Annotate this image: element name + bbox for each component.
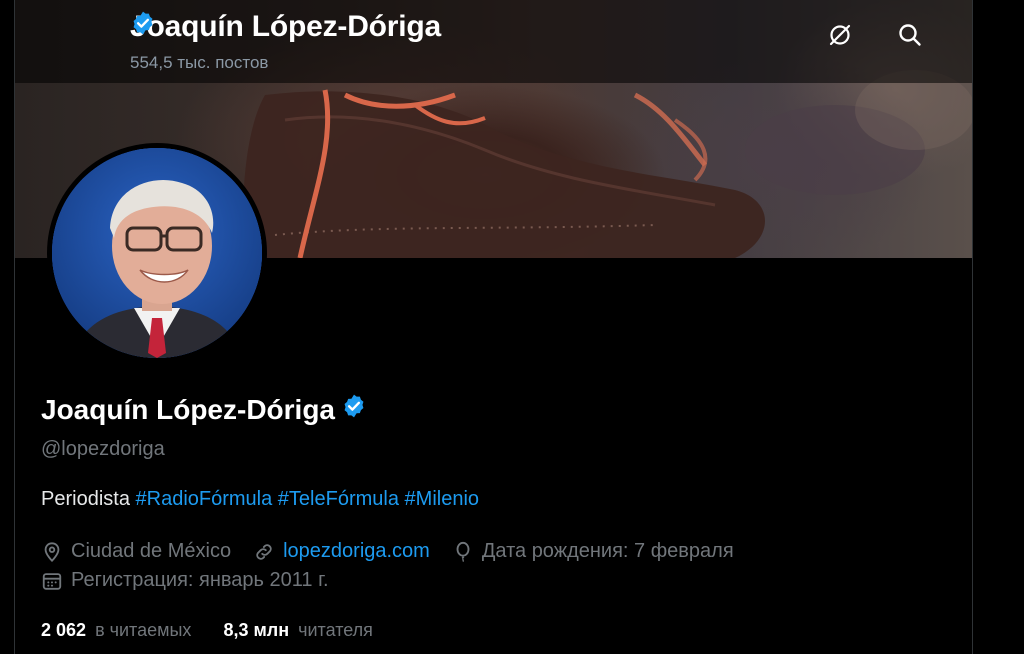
followers-stat[interactable]: 8,3 млн читателя xyxy=(223,620,372,641)
header-name-text: Joaquín López-Dóriga xyxy=(130,10,442,43)
calendar-icon xyxy=(42,572,62,590)
following-count: 2 062 xyxy=(41,620,87,640)
location-item: Ciudad de México xyxy=(41,540,231,563)
hashtag-link[interactable]: #Milenio xyxy=(405,488,479,510)
profile-header-bar: Joaquín López-Dóriga 554,5 тыс. постов xyxy=(15,0,972,83)
following-stat[interactable]: 2 062 в читаемых xyxy=(41,620,191,641)
profile-display-name: Joaquín López-Dóriga xyxy=(41,393,367,426)
hashtag-link[interactable]: #RadioFórmula xyxy=(136,488,273,510)
location-text: Ciudad de México xyxy=(71,540,232,562)
followers-label: читателя xyxy=(298,620,373,640)
location-pin-icon xyxy=(44,541,60,562)
follow-stats: 2 062 в читаемых 8,3 млн читателя xyxy=(41,620,405,641)
avatar-frame[interactable] xyxy=(47,143,267,363)
profile-handle: @lopezdoriga xyxy=(41,438,165,460)
joined-text: Регистрация: январь 2011 г. xyxy=(71,569,329,591)
avatar xyxy=(52,148,262,358)
header-profile-name: Joaquín López-Dóriga xyxy=(130,10,447,44)
grok-button[interactable] xyxy=(827,22,867,62)
birthday-item: Дата рождения: 7 февраля xyxy=(452,540,734,563)
display-name-text: Joaquín López-Dóriga xyxy=(41,393,335,425)
left-sidebar xyxy=(0,0,14,654)
bio-text: Periodista xyxy=(41,488,130,510)
profile-meta-row-2: Регистрация: январь 2011 г. xyxy=(41,569,351,592)
link-icon xyxy=(256,543,272,560)
profile-meta-row: Ciudad de México lopezdoriga.com Дата ро… xyxy=(41,540,756,563)
followers-count: 8,3 млн xyxy=(223,620,290,640)
profile-column: Joaquín López-Dóriga 554,5 тыс. постов J… xyxy=(15,0,972,654)
posts-count: 554,5 тыс. постов xyxy=(130,53,269,72)
website-item: lopezdoriga.com xyxy=(253,540,430,563)
following-label: в читаемых xyxy=(95,620,192,640)
right-sidebar xyxy=(973,0,1024,654)
birthday-text: Дата рождения: 7 февраля xyxy=(481,540,734,562)
profile-bio: Periodista #RadioFórmula #TeleFórmula #M… xyxy=(41,488,479,511)
verified-badge-icon[interactable] xyxy=(341,393,367,426)
website-link[interactable]: lopezdoriga.com xyxy=(283,540,430,563)
hashtag-link[interactable]: #TeleFórmula xyxy=(278,488,399,510)
balloon-icon xyxy=(456,541,470,562)
search-button[interactable] xyxy=(897,22,937,62)
joined-item: Регистрация: январь 2011 г. xyxy=(41,569,329,592)
